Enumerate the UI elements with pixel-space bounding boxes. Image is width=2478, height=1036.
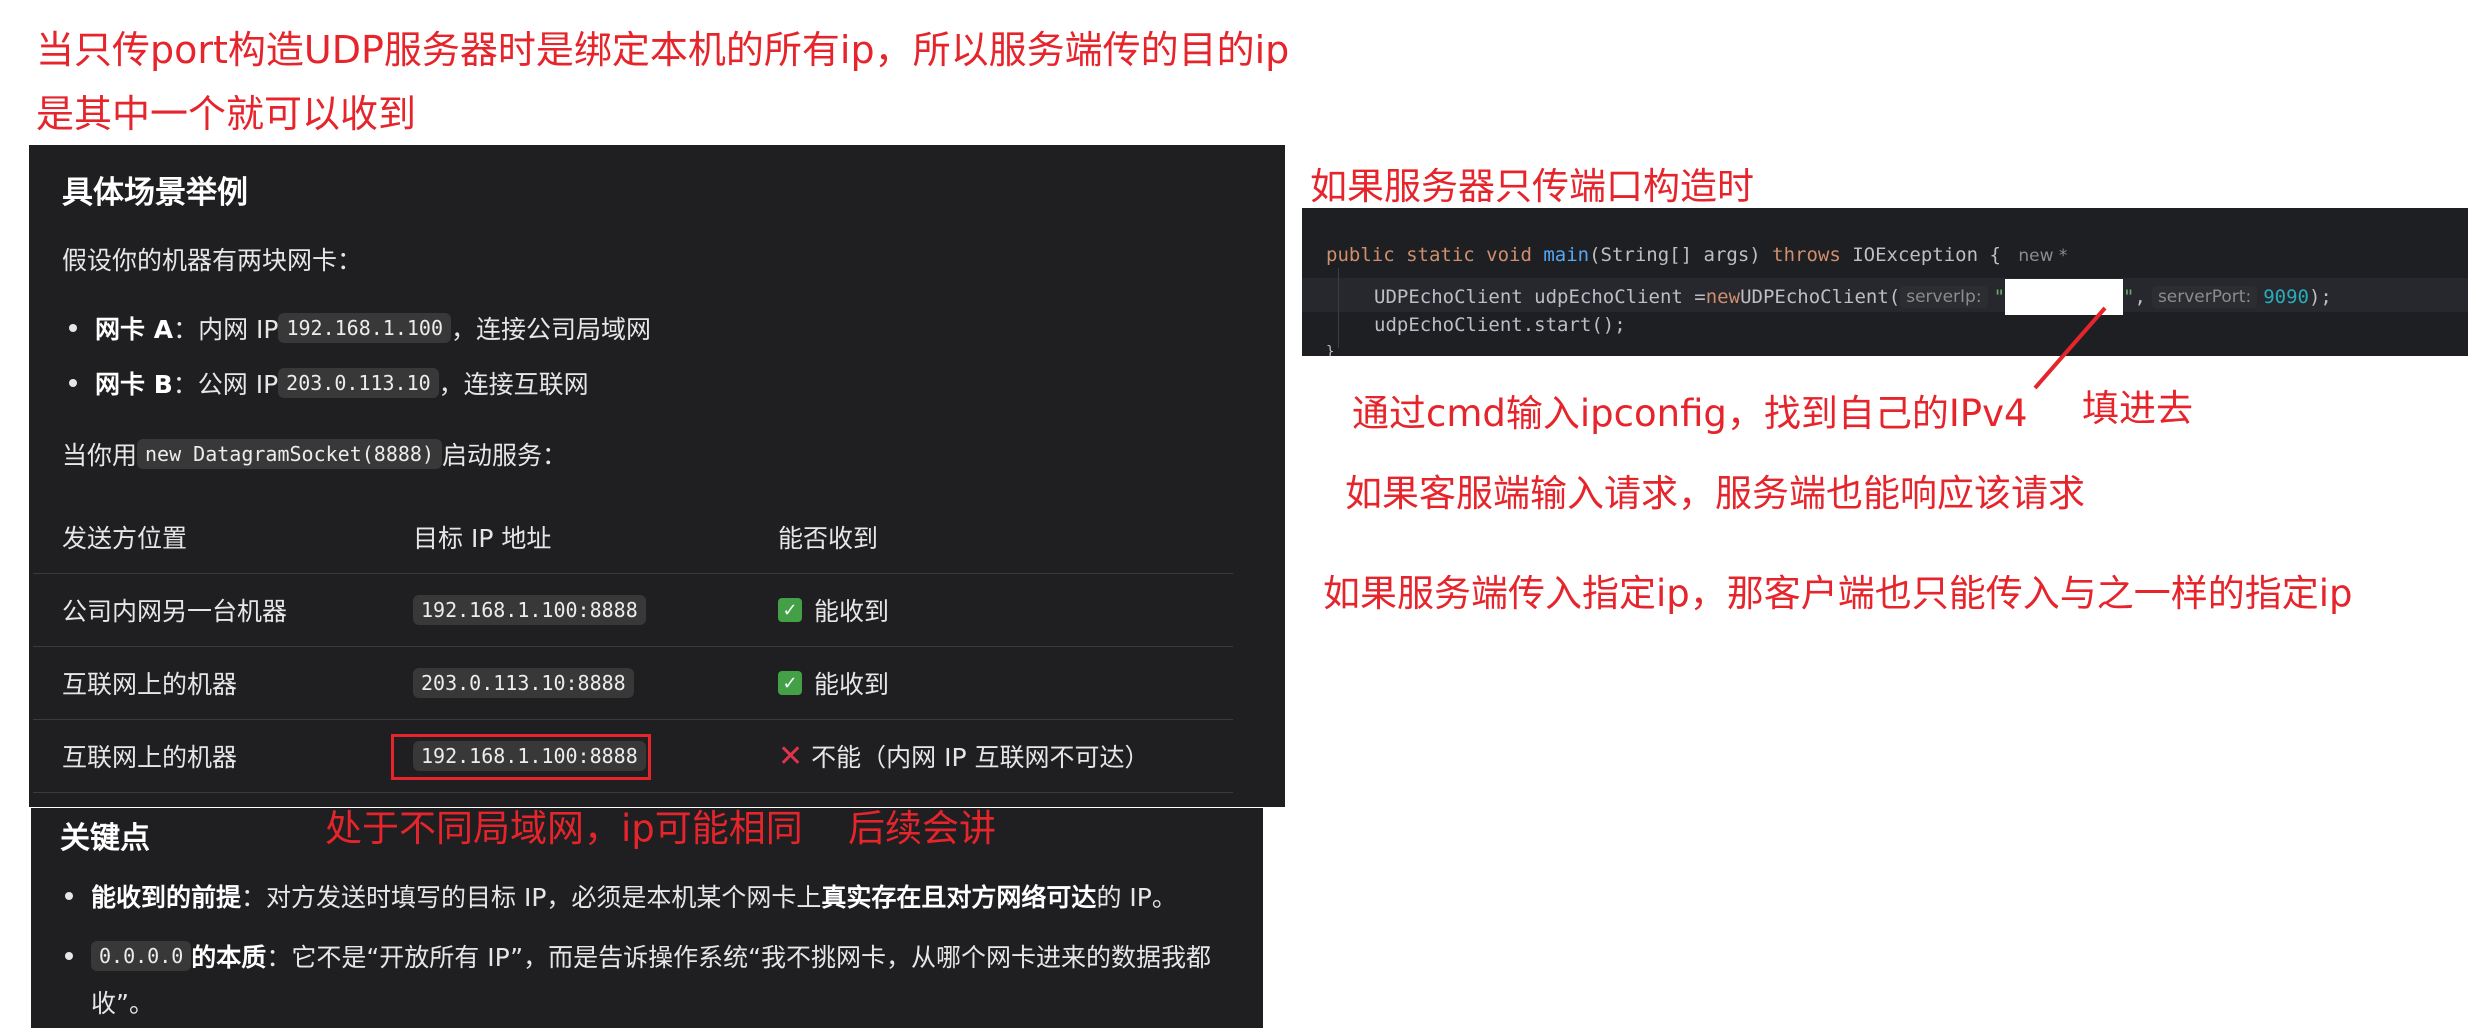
specified-ip-note: 如果服务端传入指定ip，那客户端也只能传入与之一样的指定ip: [1323, 572, 2353, 615]
row-target: 203.0.113.10:8888: [413, 668, 634, 698]
bullet-dot: [69, 379, 77, 387]
different-lan-note: 处于不同局域网，ip可能相同: [325, 807, 803, 850]
keypoints-title: 关键点: [60, 821, 150, 856]
keypoint-2: 0.0.0.0 的本质 ：它不是“开放所有 IP”，而是告诉操作系统“我不挑网卡…: [65, 938, 1211, 974]
nic-b-post: ，连接互联网: [438, 370, 589, 399]
bullet-dot: [65, 892, 73, 900]
scenario-panel: 具体场景举例 假设你的机器有两块网卡： 网卡 A ：内网 IP 192.168.…: [29, 145, 1285, 807]
server-ip-hint: serverIp:: [1900, 286, 1988, 308]
when-code: new DatagramSocket(8888): [137, 439, 442, 469]
row-result: 不能（内网 IP 互联网不可达）: [811, 743, 1150, 772]
when-pre: 当你用: [62, 441, 138, 470]
nic-b-item: 网卡 B ：公网 IP 203.0.113.10 ，连接互联网: [69, 365, 589, 401]
cross-icon: ✕: [778, 738, 804, 774]
when-line: 当你用 new DatagramSocket(8888) 启动服务：: [62, 436, 567, 472]
kp1-end: 的 IP。: [1096, 883, 1177, 912]
indent-guide: [1338, 268, 1339, 348]
nic-a-ip: 192.168.1.100: [278, 313, 452, 343]
keypoint-1: 能收到的前提 ：对方发送时填写的目标 IP，必须是本机某个网卡上 真实存在且对方…: [65, 878, 1177, 914]
inlay-hint: new *: [2018, 246, 2068, 266]
check-icon: ✓: [778, 671, 802, 695]
kp2-text2: 收”。: [91, 989, 154, 1018]
code-line-1: public static void main(String[] args) t…: [1326, 244, 2073, 266]
code-line-3: udpEchoClient.start();: [1374, 314, 1626, 336]
when-post: 启动服务：: [442, 441, 568, 470]
header-sender: 发送方位置: [62, 524, 188, 553]
kp1-bold2: 真实存在且对方网络可达: [821, 883, 1097, 912]
scenario-title: 具体场景举例: [62, 175, 248, 211]
nic-a-item: 网卡 A ：内网 IP 192.168.1.100 ，连接公司局域网: [69, 310, 651, 346]
later-note: 后续会讲: [848, 807, 996, 850]
nic-a-pre: ：内网 IP: [173, 315, 279, 344]
cmd-ipconfig-note: 通过cmd输入ipconfig，找到自己的IPv4: [1352, 392, 2028, 435]
server-port-only-note: 如果服务器只传端口构造时: [1310, 165, 1754, 208]
client-request-note: 如果客服端输入请求，服务端也能响应该请求: [1345, 472, 2085, 515]
row-result: 能收到: [814, 597, 890, 626]
row-sender: 公司内网另一台机器: [62, 597, 288, 626]
bullet-dot: [65, 952, 73, 960]
bullet-dot: [69, 324, 77, 332]
scenario-intro: 假设你的机器有两块网卡：: [62, 246, 363, 275]
code-line-4: }: [1326, 344, 1335, 356]
kp1-bold: 能收到的前提: [91, 883, 242, 912]
server-port-hint: serverPort:: [2151, 286, 2258, 308]
nic-b-label: 网卡 B: [95, 370, 173, 399]
nic-b-pre: ：公网 IP: [172, 370, 279, 399]
table-row: 互联网上的机器 203.0.113.10:8888 ✓ 能收到: [33, 647, 1233, 720]
header-result: 能否收到: [778, 524, 879, 553]
table-header: 发送方位置 目标 IP 地址 能否收到: [33, 501, 1233, 574]
kp2-code: 0.0.0.0: [91, 941, 192, 971]
kp2-bold: 的本质: [191, 943, 267, 972]
row-sender: 互联网上的机器: [62, 670, 238, 699]
table-row: 公司内网另一台机器 192.168.1.100:8888 ✓ 能收到: [33, 574, 1233, 647]
nic-b-ip: 203.0.113.10: [278, 368, 439, 398]
nic-a-post: ，连接公司局域网: [451, 315, 652, 344]
row-sender: 互联网上的机器: [62, 743, 238, 772]
code-line-2: UDPEchoClient udpEchoClient = new UDPEcho…: [1374, 279, 2332, 315]
nic-a-label: 网卡 A: [95, 315, 174, 344]
code-panel: public static void main(String[] args) t…: [1302, 208, 2468, 356]
header-target: 目标 IP 地址: [413, 524, 552, 553]
fill-in-note: 填进去: [2082, 387, 2193, 430]
heading-note: 当只传port构造UDP服务器时是绑定本机的所有ip，所以服务端传的目的ip是其…: [36, 28, 1290, 136]
kp1-mid: ：对方发送时填写的目标 IP，必须是本机某个网卡上: [241, 883, 822, 912]
kp2-text1: ：它不是“开放所有 IP”，而是告诉操作系统“我不挑网卡，从哪个网卡进来的数据我…: [266, 943, 1212, 972]
row-target: 192.168.1.100:8888: [413, 595, 646, 625]
highlight-box: [391, 734, 651, 780]
check-icon: ✓: [778, 598, 802, 622]
row-result: 能收到: [814, 670, 890, 699]
